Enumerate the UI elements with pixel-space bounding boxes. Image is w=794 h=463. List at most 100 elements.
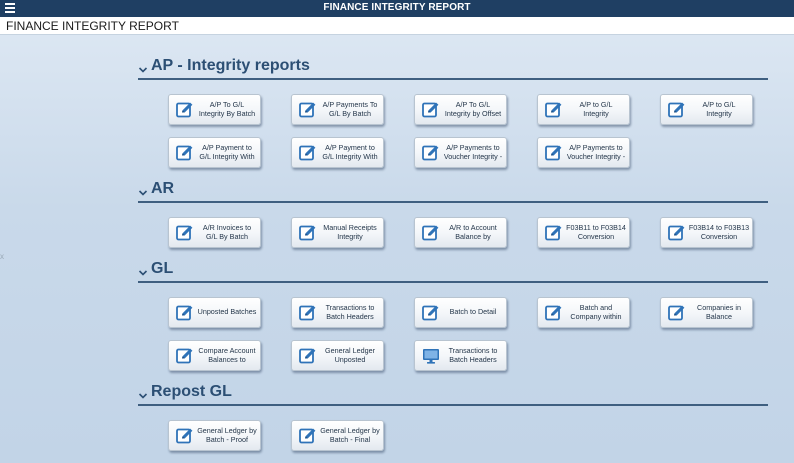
edit-icon	[545, 224, 563, 242]
tile-label: General Ledger by Batch - Final	[319, 421, 381, 450]
report-tile-a-r-to-account-balance-by[interactable]: A/R to Account Balance by	[414, 217, 507, 248]
tile-label: A/P To G/L Integrity by Offset	[442, 95, 504, 124]
report-tile-a-p-payment-to-g-l-integrity-with[interactable]: A/P Payment to G/L Integrity With	[291, 137, 384, 168]
section-header-ar[interactable]: AR	[138, 180, 768, 203]
edit-icon	[176, 144, 194, 162]
edit-icon	[668, 101, 686, 119]
tile-label-line2: Batch - Proof	[206, 434, 248, 444]
tile-label: A/P Payments To G/L By Batch	[319, 95, 381, 124]
tile-label: F03B11 to F03B14 Conversion	[565, 218, 627, 247]
tile-label-line2: Conversion	[577, 231, 615, 241]
report-tile-a-p-payment-to-g-l-integrity-with[interactable]: A/P Payment to G/L Integrity With	[168, 137, 261, 168]
tile-label-line2: Voucher Integrity -	[443, 151, 503, 161]
edit-icon	[299, 144, 317, 162]
report-tile-transactions-to-batch-headers[interactable]: Transactions to Batch Headers	[291, 297, 384, 328]
tile-label: A/P Payment to G/L Integrity With	[196, 138, 258, 167]
tile-label-line2: G/L Integrity With	[322, 151, 378, 161]
tile-label-line2: Conversion	[700, 231, 738, 241]
tile-label: A/R to Account Balance by	[442, 218, 504, 247]
edit-icon	[545, 144, 563, 162]
edit-icon	[422, 144, 440, 162]
report-tile-a-p-to-g-l-integrity[interactable]: A/P to G/L Integrity	[537, 94, 630, 125]
tile-label: Batch and Company within	[565, 298, 627, 327]
report-tile-unposted-batches[interactable]: Unposted Batches	[168, 297, 261, 328]
tile-label: A/P Payment to G/L Integrity With	[319, 138, 381, 167]
tile-label: A/P Payments to Voucher Integrity -	[565, 138, 627, 167]
section-header-ap-integrity-reports[interactable]: AP - Integrity reports	[138, 57, 768, 80]
section-header-gl[interactable]: GL	[138, 260, 768, 283]
chevron-down-icon[interactable]	[138, 185, 148, 196]
app-title: FINANCE INTEGRITY REPORT	[323, 2, 471, 13]
edit-icon	[422, 101, 440, 119]
edit-icon	[668, 304, 686, 322]
monitor-icon	[422, 347, 440, 365]
edit-icon	[176, 427, 194, 445]
tile-label-line2: Voucher Integrity -	[566, 151, 626, 161]
page-header: FINANCE INTEGRITY REPORT	[0, 17, 794, 35]
report-tile-transactions-to-batch-headers[interactable]: Transactions to Batch Headers	[414, 340, 507, 371]
report-tile-f03b11-to-f03b14-conversion[interactable]: F03B11 to F03B14 Conversion	[537, 217, 630, 248]
edit-icon	[545, 101, 563, 119]
edit-icon	[422, 304, 440, 322]
report-tile-a-p-to-g-l-integrity[interactable]: A/P to G/L Integrity	[660, 94, 753, 125]
tile-label: F03B14 to F03B13 Conversion	[688, 218, 750, 247]
tile-label: Manual Receipts Integrity	[319, 218, 381, 247]
tile-label-line2: G/L Integrity With	[199, 151, 255, 161]
tile-label-line2: Integrity By Batch	[198, 108, 256, 118]
side-collapse-tab[interactable]: x	[0, 252, 4, 261]
edit-icon	[299, 304, 317, 322]
section-header-repost-gl[interactable]: Repost GL	[138, 383, 768, 406]
tile-label: A/P Payments to Voucher Integrity -	[442, 138, 504, 167]
section-title: GL	[151, 260, 174, 277]
chevron-down-icon[interactable]	[138, 62, 148, 73]
tile-label-line2: Balance by	[455, 231, 491, 241]
report-tile-general-ledger-unposted[interactable]: General Ledger Unposted	[291, 340, 384, 371]
tile-label-line2: Batch - Final	[329, 434, 371, 444]
edit-icon	[299, 101, 317, 119]
report-tile-companies-in-balance[interactable]: Companies in Balance	[660, 297, 753, 328]
tile-label-line2: Integrity	[706, 108, 732, 118]
report-tile-a-p-payments-to-voucher-integrity[interactable]: A/P Payments to Voucher Integrity -	[414, 137, 507, 168]
report-tile-a-p-payments-to-g-l-by-batch[interactable]: A/P Payments To G/L By Batch	[291, 94, 384, 125]
tile-label-line2: Integrity by Offset	[444, 108, 502, 118]
tile-label-line2: Integrity	[583, 108, 609, 118]
edit-icon	[176, 304, 194, 322]
report-tile-compare-account-balances-to[interactable]: Compare Account Balances to	[168, 340, 261, 371]
tile-label-line1: Batch to Detail	[449, 307, 497, 317]
chevron-down-icon[interactable]	[138, 388, 148, 399]
tile-label-line2: Batch Headers	[449, 354, 497, 364]
edit-icon	[668, 224, 686, 242]
edit-icon	[299, 427, 317, 445]
report-tile-a-p-to-g-l-integrity-by-offset[interactable]: A/P To G/L Integrity by Offset	[414, 94, 507, 125]
tile-label: Companies in Balance	[688, 298, 750, 327]
tile-label-line2: Unposted	[334, 354, 366, 364]
tile-label-line2: G/L By Batch	[328, 108, 372, 118]
report-tile-a-r-invoices-to-g-l-by-batch[interactable]: A/R Invoices to G/L By Batch	[168, 217, 261, 248]
tile-label: Batch to Detail	[442, 298, 504, 327]
tile-label: Compare Account Balances to	[196, 341, 258, 370]
report-tile-batch-and-company-within[interactable]: Batch and Company within	[537, 297, 630, 328]
section-title: AR	[151, 180, 175, 197]
tile-label-line2: Company within	[570, 311, 622, 321]
report-tile-general-ledger-by-batch-final[interactable]: General Ledger by Batch - Final	[291, 420, 384, 451]
report-tile-a-p-to-g-l-integrity-by-batch[interactable]: A/P To G/L Integrity By Batch	[168, 94, 261, 125]
tile-label: General Ledger Unposted	[319, 341, 381, 370]
edit-icon	[422, 224, 440, 242]
tile-label-line2: Balances to	[208, 354, 246, 364]
report-tile-batch-to-detail[interactable]: Batch to Detail	[414, 297, 507, 328]
report-tile-f03b14-to-f03b13-conversion[interactable]: F03B14 to F03B13 Conversion	[660, 217, 753, 248]
report-tile-manual-receipts-integrity[interactable]: Manual Receipts Integrity	[291, 217, 384, 248]
chevron-down-icon[interactable]	[138, 265, 148, 276]
section-title: AP - Integrity reports	[151, 57, 310, 74]
tile-label: General Ledger by Batch - Proof	[196, 421, 258, 450]
edit-icon	[176, 224, 194, 242]
tile-label-line2: Batch Headers	[326, 311, 374, 321]
edit-icon	[299, 224, 317, 242]
edit-icon	[176, 347, 194, 365]
edit-icon	[299, 347, 317, 365]
report-tile-general-ledger-by-batch-proof[interactable]: General Ledger by Batch - Proof	[168, 420, 261, 451]
report-tile-a-p-payments-to-voucher-integrity[interactable]: A/P Payments to Voucher Integrity -	[537, 137, 630, 168]
edit-icon	[176, 101, 194, 119]
page-title: FINANCE INTEGRITY REPORT	[6, 19, 179, 33]
tile-label: Transactions to Batch Headers	[442, 341, 504, 370]
